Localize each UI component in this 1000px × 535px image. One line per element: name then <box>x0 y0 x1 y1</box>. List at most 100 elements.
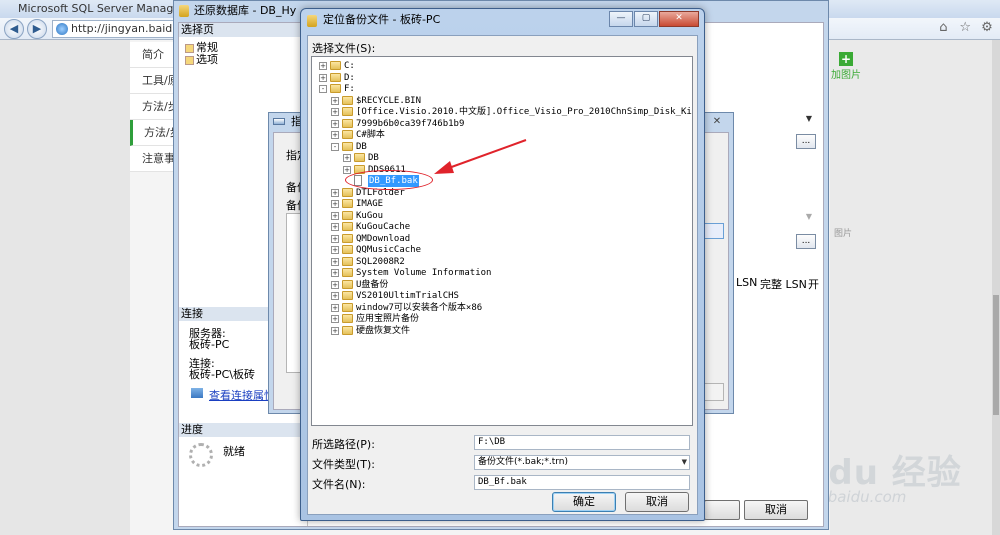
tree-item-label: System Volume Information <box>356 268 492 278</box>
file-tree[interactable]: + C: + D: - F: + $RECYCLE.BIN + [Office.Visio.201… <box>311 56 693 426</box>
locate-dialog-title-text: 定位备份文件 - 板砖-PC <box>323 13 441 26</box>
file-name-field[interactable]: DB_Bf.bak <box>474 475 690 490</box>
settings-icon[interactable]: ⚙ <box>978 20 996 35</box>
dropdown-arrow-icon-2[interactable]: ▼ <box>802 210 816 224</box>
expand-icon[interactable]: + <box>331 257 339 266</box>
expand-icon[interactable]: + <box>331 234 339 243</box>
dropdown-arrow-icon[interactable]: ▼ <box>802 112 816 126</box>
expand-icon[interactable]: + <box>331 315 339 323</box>
minimize-icon[interactable]: — <box>609 11 633 27</box>
restore-ok-button-partial[interactable] <box>704 500 740 520</box>
folder-icon <box>342 187 353 197</box>
tree-item-label: 应用宝照片备份 <box>356 314 420 324</box>
tree-item-label: C: <box>344 61 355 71</box>
col-full-lsn: 完整 LSN <box>760 278 807 291</box>
folder-icon <box>330 61 341 70</box>
page-scrollbar[interactable] <box>992 40 1000 535</box>
collapse-icon[interactable]: - <box>331 142 339 151</box>
folder-icon <box>330 72 341 82</box>
browser-toolbar-icons: ⌂ ☆ ⚙ <box>934 20 996 38</box>
tree-item-label: DB <box>356 141 367 152</box>
selected-path-field[interactable]: F:\DB <box>474 435 690 450</box>
col-open: 开 <box>808 278 819 291</box>
expand-icon[interactable]: + <box>331 303 339 312</box>
folder-icon <box>342 256 353 266</box>
expand-icon[interactable]: + <box>331 223 339 231</box>
home-icon[interactable]: ⌂ <box>934 20 952 35</box>
expand-icon[interactable]: + <box>319 73 327 82</box>
connection-value: 板砖-PC\板砖 <box>189 368 255 381</box>
scrollbar-thumb[interactable] <box>993 295 999 415</box>
ok-button[interactable]: 确定 <box>552 492 616 512</box>
tree-item-label: 硬盘恢复文件 <box>356 325 411 336</box>
cancel-button[interactable]: 取消 <box>625 492 689 512</box>
folder-icon <box>342 210 353 220</box>
expand-icon[interactable]: + <box>331 108 339 116</box>
progress-header: 进度 <box>179 423 307 437</box>
expand-icon[interactable]: + <box>331 269 339 277</box>
folder-icon <box>342 314 353 323</box>
page-icon <box>185 55 194 65</box>
favorites-icon[interactable]: ☆ <box>956 20 974 35</box>
selected-path-label: 所选路径(P): <box>312 438 375 451</box>
back-button[interactable]: ◀ <box>4 19 24 39</box>
expand-icon[interactable]: + <box>331 280 339 289</box>
collapse-icon[interactable]: - <box>319 85 327 93</box>
folder-icon <box>342 233 353 243</box>
expand-icon[interactable]: + <box>331 131 339 139</box>
restore-title-text: 还原数据库 - DB_Hy <box>194 4 297 17</box>
window-controls: — ▢ ✕ <box>608 11 699 27</box>
tree-item-label: $RECYCLE.BIN <box>356 95 422 106</box>
tree-item-label: D: <box>344 72 355 83</box>
expand-icon[interactable]: + <box>319 62 327 70</box>
browser-tab[interactable]: Microsoft SQL Server Managem… <box>0 0 175 18</box>
folder-icon <box>342 325 353 335</box>
tree-item-label: window7可以安装各个版本×86 <box>356 302 483 313</box>
tree-item-label: [Office.Visio.2010.中文版].Office_Visio_Pro… <box>356 107 692 117</box>
expand-icon[interactable]: + <box>331 246 339 254</box>
maximize-icon[interactable]: ▢ <box>634 11 658 27</box>
tree-item-label: QMDownload <box>356 233 411 244</box>
tree-item-label: VS2010UltimTrialCHS <box>356 291 459 301</box>
expand-icon[interactable]: + <box>331 188 339 197</box>
page-options[interactable]: 选项 <box>185 51 218 67</box>
expand-icon[interactable]: + <box>331 211 339 220</box>
specify-backup-close-icon[interactable]: ✕ <box>705 115 729 129</box>
page-left-gutter <box>0 40 130 535</box>
add-picture-button[interactable]: + 加图片 <box>826 52 866 81</box>
address-bar[interactable]: http://jingyan.baidu.com <box>52 20 176 38</box>
address-text: http://jingyan.baidu.com <box>71 22 175 35</box>
forward-button[interactable]: ▶ <box>27 19 47 39</box>
tree-item-label: KuGou <box>356 210 384 221</box>
tree-item-label: DB <box>368 153 379 163</box>
folder-icon <box>354 153 365 162</box>
tree-item-label: QQMusicCache <box>356 245 422 255</box>
close-icon[interactable]: ✕ <box>659 11 699 27</box>
select-files-label: 选择文件(S): <box>312 42 376 55</box>
expand-icon[interactable]: + <box>331 292 339 300</box>
expand-icon[interactable]: + <box>343 154 351 162</box>
folder-icon <box>342 118 353 128</box>
browse-button-2[interactable]: ... <box>796 234 816 249</box>
expand-icon[interactable]: + <box>331 326 339 335</box>
view-connection-properties-link[interactable]: 查看连接属性 <box>209 387 275 403</box>
annotation-arrow-icon <box>434 139 527 174</box>
tree-item-label: SQL2008R2 <box>356 256 405 267</box>
expand-icon[interactable]: + <box>343 165 351 174</box>
expand-icon[interactable]: + <box>331 96 339 105</box>
folder-icon <box>342 107 353 116</box>
restore-cancel-button[interactable]: 取消 <box>744 500 808 520</box>
expand-icon[interactable]: + <box>331 200 339 208</box>
browse-button-1[interactable]: ... <box>796 134 816 149</box>
chevron-down-icon: ▼ <box>681 458 687 466</box>
folder-icon <box>342 141 353 151</box>
locate-dialog-body: 选择文件(S): + C: + D: - F: + $RECYCLE.BIN + [Office.… <box>307 35 698 515</box>
folder-icon <box>342 302 353 312</box>
drive-icon <box>273 118 285 125</box>
tree-item-label: KuGouCache <box>356 222 411 232</box>
progress-spinner-icon <box>189 443 213 467</box>
locate-backup-file-dialog: 定位备份文件 - 板砖-PC — ▢ ✕ 选择文件(S): + C: + D: - F: + $R… <box>300 8 705 521</box>
expand-icon[interactable]: + <box>331 119 339 128</box>
file-type-select[interactable]: 备份文件(*.bak;*.trn) ▼ <box>474 455 690 470</box>
tree-item-label: F: <box>344 84 355 94</box>
